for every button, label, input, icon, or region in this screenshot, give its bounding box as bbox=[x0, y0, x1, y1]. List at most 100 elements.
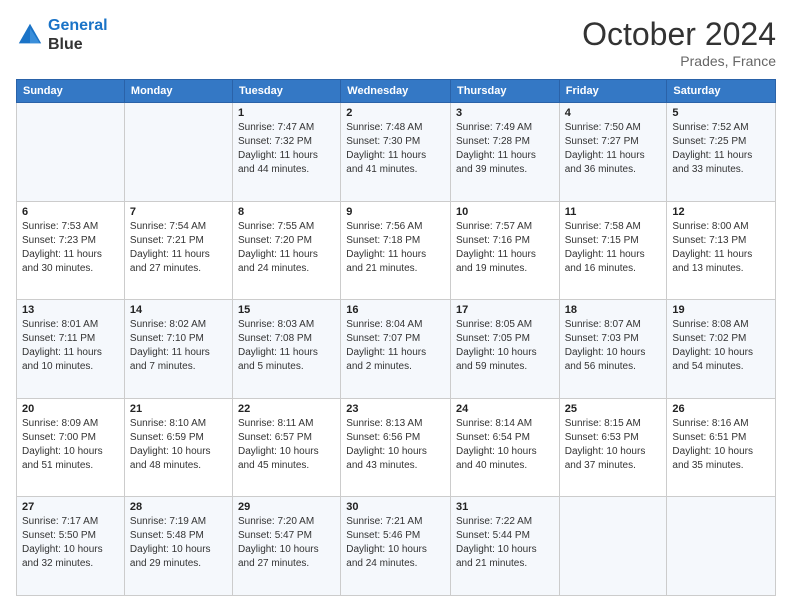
calendar-cell: 10Sunrise: 7:57 AM Sunset: 7:16 PM Dayli… bbox=[450, 201, 559, 300]
day-info: Sunrise: 8:15 AM Sunset: 6:53 PM Dayligh… bbox=[565, 417, 662, 473]
calendar-cell: 30 Sunrise: 7:21 AM Sunset: 5:46 PM Dayli… bbox=[341, 497, 451, 596]
day-info: Sunrise: 8:02 AM Sunset: 7:10 PM Dayligh… bbox=[130, 318, 227, 374]
day-info: Sunrise: 7:55 AM Sunset: 7:20 PM Dayligh… bbox=[238, 220, 335, 276]
day-number: 18 bbox=[565, 304, 662, 316]
day-number: 4 bbox=[565, 107, 662, 119]
calendar-cell: 2 Sunrise: 7:48 AM Sunset: 7:30 PM Daylig… bbox=[341, 103, 451, 202]
day-number: 31 bbox=[456, 501, 554, 513]
day-info: Sunrise: 8:14 AM Sunset: 6:54 PM Dayligh… bbox=[456, 417, 554, 473]
week-row-5: 27Sunrise: 7:17 AM Sunset: 5:50 PM Dayli… bbox=[17, 497, 776, 596]
day-number: 21 bbox=[130, 403, 227, 415]
calendar-header-saturday: Saturday bbox=[667, 80, 776, 103]
calendar-header-thursday: Thursday bbox=[450, 80, 559, 103]
calendar-header-tuesday: Tuesday bbox=[233, 80, 341, 103]
calendar-cell: 27Sunrise: 7:17 AM Sunset: 5:50 PM Dayli… bbox=[17, 497, 125, 596]
calendar-cell: 5 Sunrise: 7:52 AM Sunset: 7:25 PM Daylig… bbox=[667, 103, 776, 202]
month-title: October 2024 bbox=[582, 16, 776, 53]
day-number: 25 bbox=[565, 403, 662, 415]
day-info: Sunrise: 7:52 AM Sunset: 7:25 PM Dayligh… bbox=[672, 121, 770, 177]
calendar-cell bbox=[124, 103, 232, 202]
day-number: 22 bbox=[238, 403, 335, 415]
calendar-cell: 16Sunrise: 8:04 AM Sunset: 7:07 PM Dayli… bbox=[341, 300, 451, 399]
calendar-cell: 22 Sunrise: 8:11 AM Sunset: 6:57 PM Dayli… bbox=[233, 398, 341, 497]
week-row-3: 13Sunrise: 8:01 AM Sunset: 7:11 PM Dayli… bbox=[17, 300, 776, 399]
calendar-cell: 18 Sunrise: 8:07 AM Sunset: 7:03 PM Dayli… bbox=[559, 300, 667, 399]
day-info: Sunrise: 7:58 AM Sunset: 7:15 PM Dayligh… bbox=[565, 220, 662, 276]
day-number: 14 bbox=[130, 304, 227, 316]
calendar-cell: 3 Sunrise: 7:49 AM Sunset: 7:28 PM Daylig… bbox=[450, 103, 559, 202]
day-number: 20 bbox=[22, 403, 119, 415]
calendar-header-friday: Friday bbox=[559, 80, 667, 103]
week-row-2: 6 Sunrise: 7:53 AM Sunset: 7:23 PM Daylig… bbox=[17, 201, 776, 300]
day-info: Sunrise: 7:21 AM Sunset: 5:46 PM Dayligh… bbox=[346, 515, 445, 571]
day-number: 12 bbox=[672, 206, 770, 218]
calendar-cell bbox=[559, 497, 667, 596]
calendar-cell: 4 Sunrise: 7:50 AM Sunset: 7:27 PM Daylig… bbox=[559, 103, 667, 202]
day-info: Sunrise: 8:10 AM Sunset: 6:59 PM Dayligh… bbox=[130, 417, 227, 473]
day-info: Sunrise: 7:19 AM Sunset: 5:48 PM Dayligh… bbox=[130, 515, 227, 571]
calendar-cell: 14 Sunrise: 8:02 AM Sunset: 7:10 PM Dayli… bbox=[124, 300, 232, 399]
day-number: 23 bbox=[346, 403, 445, 415]
day-info: Sunrise: 8:00 AM Sunset: 7:13 PM Dayligh… bbox=[672, 220, 770, 276]
title-block: October 2024 Prades, France bbox=[582, 16, 776, 69]
day-number: 29 bbox=[238, 501, 335, 513]
day-info: Sunrise: 7:20 AM Sunset: 5:47 PM Dayligh… bbox=[238, 515, 335, 571]
day-info: Sunrise: 7:53 AM Sunset: 7:23 PM Dayligh… bbox=[22, 220, 119, 276]
day-info: Sunrise: 7:50 AM Sunset: 7:27 PM Dayligh… bbox=[565, 121, 662, 177]
calendar-header-sunday: Sunday bbox=[17, 80, 125, 103]
day-info: Sunrise: 8:03 AM Sunset: 7:08 PM Dayligh… bbox=[238, 318, 335, 374]
day-info: Sunrise: 7:56 AM Sunset: 7:18 PM Dayligh… bbox=[346, 220, 445, 276]
calendar-cell: 26 Sunrise: 8:16 AM Sunset: 6:51 PM Dayli… bbox=[667, 398, 776, 497]
location: Prades, France bbox=[582, 53, 776, 69]
day-info: Sunrise: 8:05 AM Sunset: 7:05 PM Dayligh… bbox=[456, 318, 554, 374]
header: General Blue October 2024 Prades, France bbox=[16, 16, 776, 69]
logo-line1: General bbox=[48, 17, 108, 34]
day-info: Sunrise: 7:48 AM Sunset: 7:30 PM Dayligh… bbox=[346, 121, 445, 177]
calendar-cell bbox=[667, 497, 776, 596]
day-number: 6 bbox=[22, 206, 119, 218]
day-number: 30 bbox=[346, 501, 445, 513]
calendar-cell: 9Sunrise: 7:56 AM Sunset: 7:18 PM Daylig… bbox=[341, 201, 451, 300]
calendar-cell: 19Sunrise: 8:08 AM Sunset: 7:02 PM Dayli… bbox=[667, 300, 776, 399]
day-number: 11 bbox=[565, 206, 662, 218]
calendar-cell: 21 Sunrise: 8:10 AM Sunset: 6:59 PM Dayli… bbox=[124, 398, 232, 497]
day-info: Sunrise: 8:08 AM Sunset: 7:02 PM Dayligh… bbox=[672, 318, 770, 374]
day-info: Sunrise: 8:04 AM Sunset: 7:07 PM Dayligh… bbox=[346, 318, 445, 374]
calendar-cell: 1Sunrise: 7:47 AM Sunset: 7:32 PM Daylig… bbox=[233, 103, 341, 202]
calendar-cell bbox=[17, 103, 125, 202]
calendar-cell: 28 Sunrise: 7:19 AM Sunset: 5:48 PM Dayli… bbox=[124, 497, 232, 596]
page: General Blue October 2024 Prades, France… bbox=[0, 0, 792, 612]
day-number: 26 bbox=[672, 403, 770, 415]
calendar-cell: 25 Sunrise: 8:15 AM Sunset: 6:53 PM Dayli… bbox=[559, 398, 667, 497]
day-number: 3 bbox=[456, 107, 554, 119]
calendar-cell: 20 Sunrise: 8:09 AM Sunset: 7:00 PM Dayli… bbox=[17, 398, 125, 497]
calendar-cell: 7 Sunrise: 7:54 AM Sunset: 7:21 PM Daylig… bbox=[124, 201, 232, 300]
calendar-cell: 29 Sunrise: 7:20 AM Sunset: 5:47 PM Dayli… bbox=[233, 497, 341, 596]
calendar: SundayMondayTuesdayWednesdayThursdayFrid… bbox=[16, 79, 776, 596]
day-info: Sunrise: 8:09 AM Sunset: 7:00 PM Dayligh… bbox=[22, 417, 119, 473]
day-number: 2 bbox=[346, 107, 445, 119]
day-info: Sunrise: 7:54 AM Sunset: 7:21 PM Dayligh… bbox=[130, 220, 227, 276]
day-number: 17 bbox=[456, 304, 554, 316]
week-row-1: 1Sunrise: 7:47 AM Sunset: 7:32 PM Daylig… bbox=[17, 103, 776, 202]
day-number: 7 bbox=[130, 206, 227, 218]
calendar-header-wednesday: Wednesday bbox=[341, 80, 451, 103]
day-number: 28 bbox=[130, 501, 227, 513]
day-number: 5 bbox=[672, 107, 770, 119]
day-number: 15 bbox=[238, 304, 335, 316]
calendar-cell: 13Sunrise: 8:01 AM Sunset: 7:11 PM Dayli… bbox=[17, 300, 125, 399]
day-info: Sunrise: 8:07 AM Sunset: 7:03 PM Dayligh… bbox=[565, 318, 662, 374]
logo-text: General Blue bbox=[48, 16, 108, 54]
day-number: 1 bbox=[238, 107, 335, 119]
day-info: Sunrise: 8:01 AM Sunset: 7:11 PM Dayligh… bbox=[22, 318, 119, 374]
day-info: Sunrise: 8:16 AM Sunset: 6:51 PM Dayligh… bbox=[672, 417, 770, 473]
day-info: Sunrise: 8:11 AM Sunset: 6:57 PM Dayligh… bbox=[238, 417, 335, 473]
day-info: Sunrise: 7:57 AM Sunset: 7:16 PM Dayligh… bbox=[456, 220, 554, 276]
day-number: 24 bbox=[456, 403, 554, 415]
day-info: Sunrise: 7:49 AM Sunset: 7:28 PM Dayligh… bbox=[456, 121, 554, 177]
logo-icon bbox=[16, 21, 44, 49]
calendar-header-monday: Monday bbox=[124, 80, 232, 103]
day-number: 27 bbox=[22, 501, 119, 513]
calendar-cell: 8Sunrise: 7:55 AM Sunset: 7:20 PM Daylig… bbox=[233, 201, 341, 300]
week-row-4: 20 Sunrise: 8:09 AM Sunset: 7:00 PM Dayli… bbox=[17, 398, 776, 497]
